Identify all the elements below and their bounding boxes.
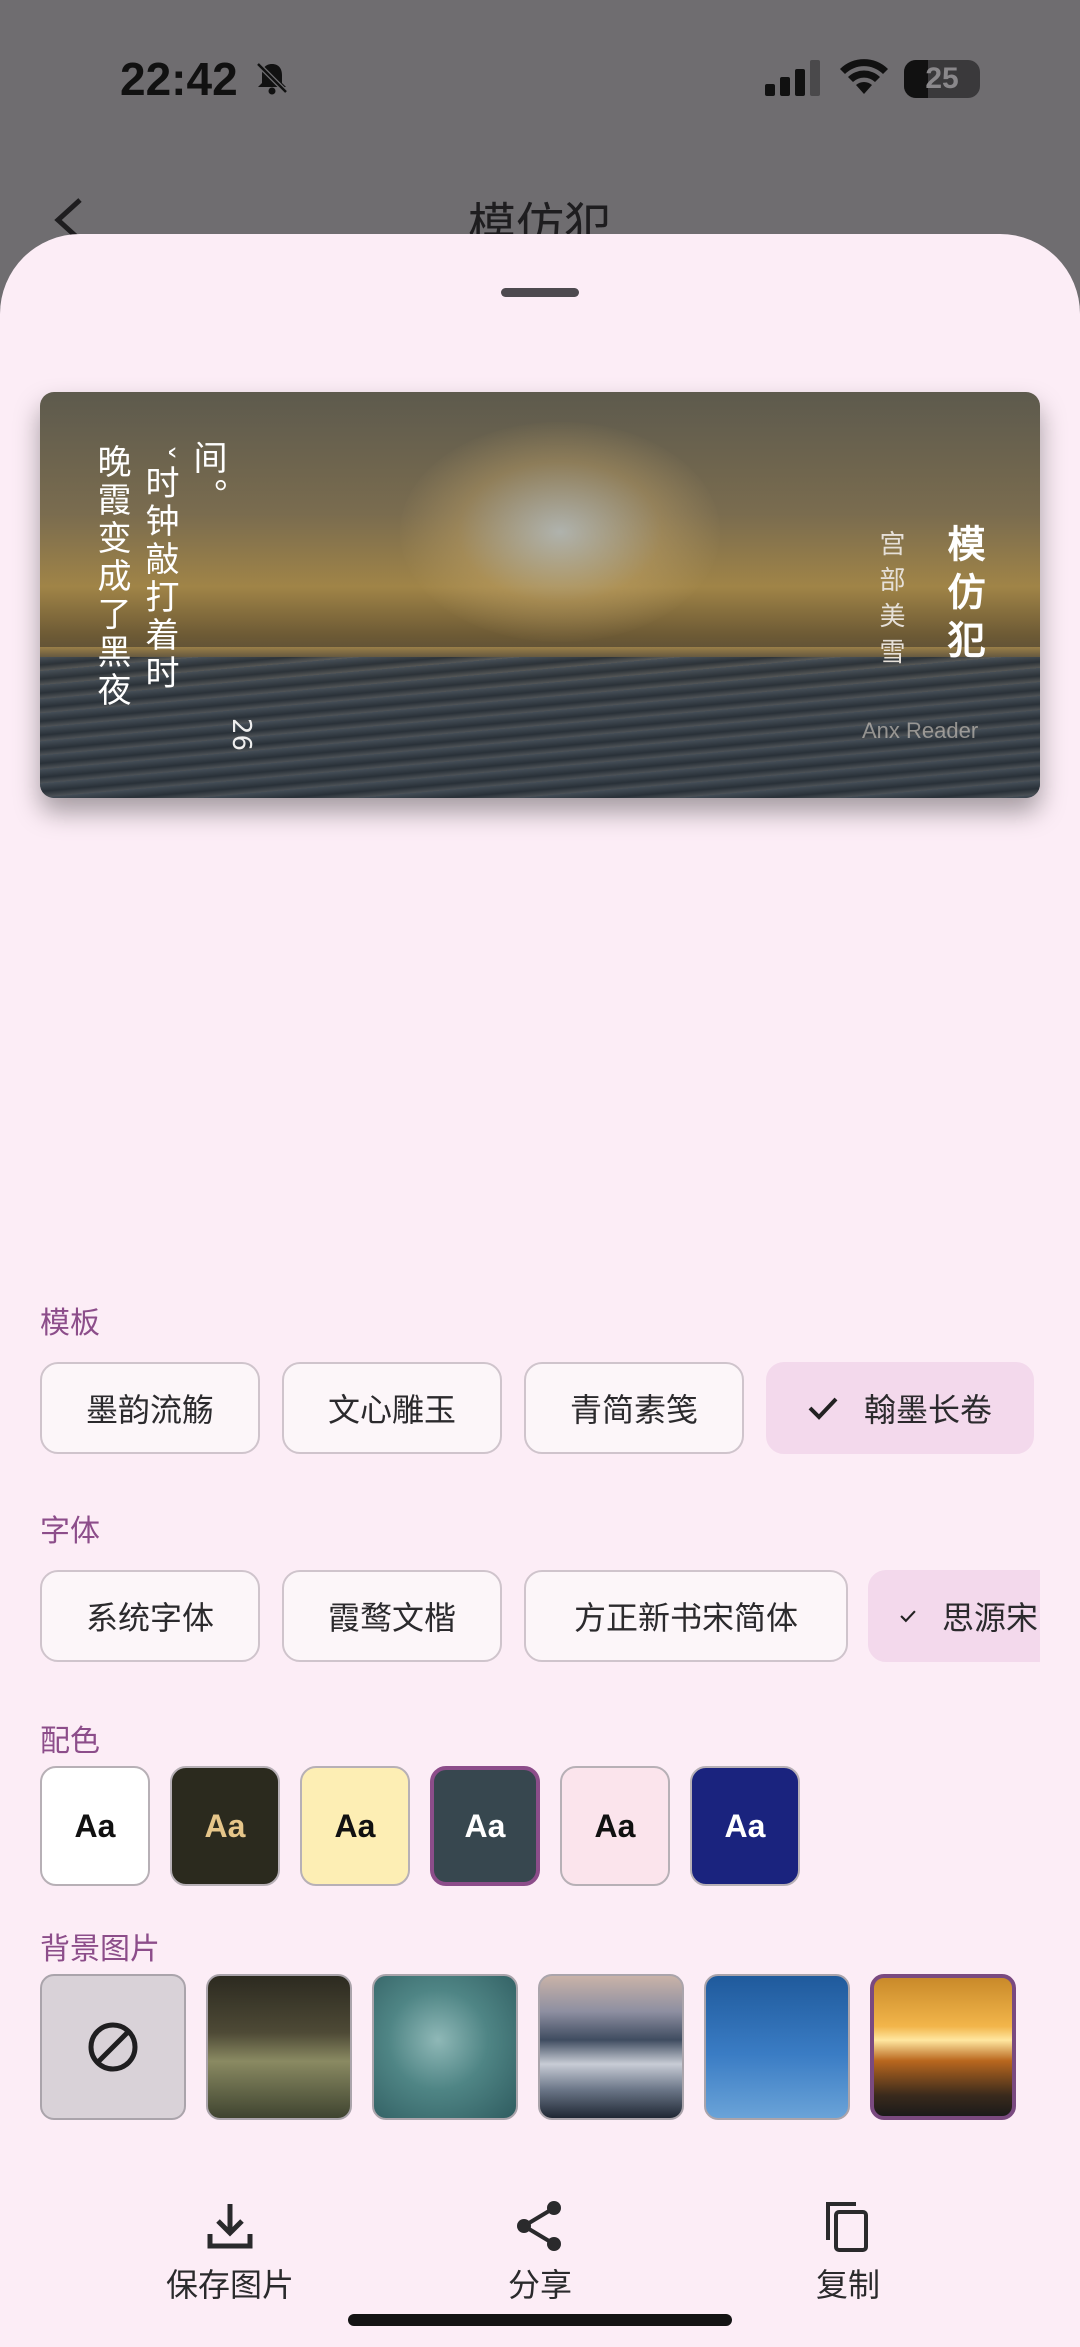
color-swatch-slate[interactable]: Aa [430, 1766, 540, 1886]
page-number: 26 [226, 718, 256, 752]
font-chip-lxgw[interactable]: 霞鹜文楷 [282, 1570, 502, 1662]
status-time: 22:42 [120, 53, 238, 105]
template-chip-qingjian[interactable]: 青简素笺 [524, 1362, 744, 1454]
background-section-label: 背景图片 [40, 1932, 160, 1967]
status-bar: 22:42 25 [0, 0, 1080, 160]
battery-icon: 25 [904, 60, 980, 98]
home-indicator[interactable] [348, 2314, 732, 2326]
font-section-label: 字体 [40, 1514, 100, 1549]
poem-line-2: ˇ时钟敲打着时 [139, 444, 179, 693]
poem-line-3: 晚霞变成了黑夜 [91, 444, 131, 710]
quote-preview-card: 间。 ˇ时钟敲打着时 晚霞变成了黑夜 26 模仿犯 宫部美雪 Anx Reade… [40, 392, 1040, 798]
background-none[interactable] [40, 1974, 186, 2120]
wifi-icon [840, 59, 888, 94]
book-title: 模仿犯 [941, 524, 986, 668]
download-icon [207, 2204, 253, 2249]
template-chip-hanmo[interactable]: 翰墨长卷 [766, 1362, 1034, 1454]
share-bottom-sheet: 间。 ˇ时钟敲打着时 晚霞变成了黑夜 26 模仿犯 宫部美雪 Anx Reade… [0, 234, 1080, 2347]
copy-button[interactable]: 复制 [808, 2198, 888, 2306]
background-blue-sky[interactable] [704, 1974, 850, 2120]
font-chip-fangzheng[interactable]: 方正新书宋简体 [524, 1570, 848, 1662]
bell-off-icon [256, 62, 288, 95]
check-icon [808, 1397, 838, 1420]
background-water-plants[interactable] [372, 1974, 518, 2120]
background-marsh[interactable] [206, 1974, 352, 2120]
template-chip-wenxin[interactable]: 文心雕玉 [282, 1362, 502, 1454]
font-chip-siyuan[interactable]: 思源宋 [868, 1570, 1040, 1662]
color-swatch-white[interactable]: Aa [40, 1766, 150, 1886]
check-icon [900, 1610, 916, 1623]
battery-level: 25 [925, 62, 959, 95]
background-mountain-clouds[interactable] [538, 1974, 684, 2120]
share-icon [517, 2201, 561, 2251]
font-chip-system[interactable]: 系统字体 [40, 1570, 260, 1662]
template-chip-moyun[interactable]: 墨韵流觞 [40, 1362, 260, 1454]
background-sunset-sea[interactable] [870, 1974, 1016, 2120]
app-watermark: Anx Reader [862, 718, 979, 743]
color-section-label: 配色 [40, 1724, 100, 1759]
color-swatch-pink[interactable]: Aa [560, 1766, 670, 1886]
save-image-button[interactable]: 保存图片 [166, 2198, 294, 2306]
drag-handle[interactable] [501, 288, 579, 297]
template-section-label: 模板 [40, 1306, 100, 1341]
color-swatch-cream[interactable]: Aa [300, 1766, 410, 1886]
poem-line-1: 间。 [187, 440, 227, 516]
no-image-icon [88, 2022, 138, 2072]
copy-icon [826, 2202, 868, 2252]
share-button[interactable]: 分享 [500, 2198, 580, 2306]
color-swatch-navy[interactable]: Aa [690, 1766, 800, 1886]
color-swatch-dark-olive[interactable]: Aa [170, 1766, 280, 1886]
book-author: 宫部美雪 [875, 530, 905, 674]
signal-icon [765, 60, 820, 96]
